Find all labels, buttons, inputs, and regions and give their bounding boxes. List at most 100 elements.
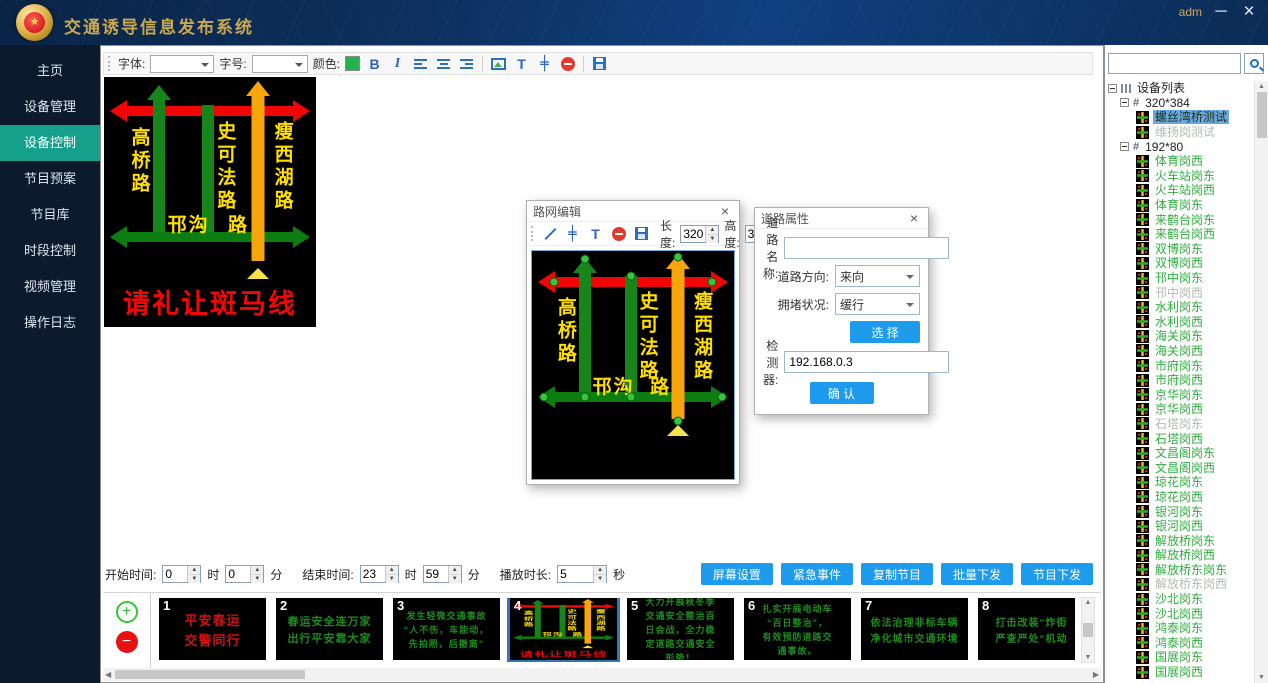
spin-up-icon[interactable]: ▲ — [386, 566, 398, 575]
search-button[interactable] — [1244, 53, 1264, 74]
tree-item[interactable]: 邗中岗西 — [1107, 285, 1253, 300]
tree-item[interactable]: 来鹤台岗西 — [1107, 227, 1253, 242]
delete-button[interactable] — [558, 54, 577, 73]
end-minute-field[interactable]: ▲▼ — [423, 565, 462, 583]
spin-up-icon[interactable]: ▲ — [706, 226, 718, 235]
tree-item[interactable]: 双博岗东 — [1107, 242, 1253, 257]
send-program-button[interactable]: 节目下发 — [1021, 563, 1093, 585]
congestion-select[interactable]: 缓行 — [835, 293, 920, 315]
color-swatch[interactable] — [345, 56, 360, 71]
size-select[interactable] — [252, 55, 308, 73]
align-center-button[interactable] — [434, 54, 453, 73]
spin-up-icon[interactable]: ▲ — [251, 566, 263, 575]
tree-item[interactable]: 鸿泰岗西 — [1107, 636, 1253, 651]
scroll-thumb[interactable] — [1257, 92, 1267, 138]
spin-down-icon[interactable]: ▼ — [251, 575, 263, 583]
tree-item[interactable]: 维扬岗测试 — [1107, 125, 1253, 140]
text-button[interactable]: T — [586, 224, 605, 243]
tree-item[interactable]: 国展岗东 — [1107, 650, 1253, 665]
italic-button[interactable]: I — [388, 54, 407, 73]
tree-item[interactable]: 解放桥岗东 — [1107, 533, 1253, 548]
tree-item[interactable]: 火车站岗东 — [1107, 169, 1253, 184]
spin-up-icon[interactable]: ▲ — [449, 566, 461, 575]
spin-down-icon[interactable]: ▼ — [594, 575, 606, 583]
playlist-item[interactable]: 7依法治理非标车辆净化城市交通环境 — [861, 598, 968, 660]
tree-item[interactable]: 文昌阁岗东 — [1107, 446, 1253, 461]
scroll-thumb[interactable] — [115, 670, 305, 679]
length-field[interactable]: ▲▼ — [680, 225, 719, 243]
tree-item[interactable]: 银河岗西 — [1107, 519, 1253, 534]
scroll-right-icon[interactable]: ▶ — [1093, 670, 1099, 679]
tree-group[interactable]: #320*384 — [1107, 96, 1253, 111]
sidebar-item-device-mgmt[interactable]: 设备管理 — [0, 89, 100, 125]
tree-item[interactable]: 鸿泰岗东 — [1107, 621, 1253, 636]
save-button[interactable] — [590, 54, 609, 73]
collapse-icon[interactable] — [1120, 98, 1129, 107]
font-select[interactable] — [150, 55, 214, 73]
road-button[interactable]: ╪ — [535, 54, 554, 73]
playlist-item[interactable]: 6扎实开展电动车“百日整治”，有效预防道路交通事故。 — [744, 598, 851, 660]
spin-up-icon[interactable]: ▲ — [594, 566, 606, 575]
control-point[interactable] — [674, 416, 683, 425]
collapse-icon[interactable] — [1108, 84, 1117, 93]
control-point[interactable] — [707, 277, 716, 286]
road-direction-select[interactable]: 来向 — [835, 265, 920, 287]
tree-scrollbar[interactable]: ▲ ▼ — [1254, 81, 1268, 683]
scroll-left-icon[interactable]: ◀ — [105, 670, 111, 679]
control-point[interactable] — [626, 272, 635, 281]
close-button[interactable]: × — [1238, 1, 1260, 23]
tree-item[interactable]: 市府岗西 — [1107, 373, 1253, 388]
line-button[interactable] — [540, 224, 559, 243]
tree-item[interactable]: 解放桥东岗西 — [1107, 577, 1253, 592]
remove-frame-button[interactable]: − — [116, 631, 138, 653]
road-name-field[interactable] — [784, 237, 949, 259]
tree-item[interactable]: 沙北岗东 — [1107, 592, 1253, 607]
tree-item[interactable]: 石塔岗西 — [1107, 431, 1253, 446]
tree-item[interactable]: 双博岗西 — [1107, 256, 1253, 271]
scroll-down-icon[interactable]: ▼ — [1258, 674, 1265, 681]
control-point[interactable] — [717, 392, 726, 401]
scroll-thumb[interactable] — [1083, 623, 1093, 637]
tree-item[interactable]: 解放桥东岗东 — [1107, 563, 1253, 578]
tree-item[interactable]: 螺丝湾桥测试 — [1107, 110, 1253, 125]
h-scrollbar[interactable]: ◀ ▶ — [103, 668, 1101, 681]
tree-item[interactable]: 琼花岗东 — [1107, 475, 1253, 490]
tree-item[interactable]: 体育岗西 — [1107, 154, 1253, 169]
scroll-up-icon[interactable]: ▲ — [1085, 599, 1092, 606]
copy-program-button[interactable]: 复制节目 — [861, 563, 933, 585]
tree-item[interactable]: 京华岗东 — [1107, 387, 1253, 402]
control-point[interactable] — [626, 392, 635, 401]
roadnet-edit-canvas[interactable]: 高桥路史可法路瘦西湖路邗沟路 — [531, 250, 735, 480]
sidebar-item-device-control[interactable]: 设备控制 — [0, 125, 100, 161]
tree-item[interactable]: 海关岗东 — [1107, 329, 1253, 344]
playlist-item[interactable]: 3发生轻微交通事故“人不伤，车能动，先拍照，后撤离” — [393, 598, 500, 660]
v-scrollbar[interactable]: ▲▼ — [1081, 597, 1095, 663]
tree-item[interactable]: 邗中岗东 — [1107, 271, 1253, 286]
start-hour-field[interactable]: ▲▼ — [162, 565, 201, 583]
spin-down-icon[interactable]: ▼ — [449, 575, 461, 583]
device-search-input[interactable] — [1108, 53, 1241, 74]
playlist-item[interactable]: 8打击改装“炸街严查严处“机动 — [978, 598, 1075, 660]
tree-item[interactable]: 国展岗西 — [1107, 665, 1253, 680]
detector-field[interactable] — [784, 351, 949, 373]
end-hour-field[interactable]: ▲▼ — [360, 565, 399, 583]
control-point[interactable] — [550, 277, 559, 286]
control-point[interactable] — [674, 252, 683, 261]
playlist-item[interactable]: 4高桥路史可法路瘦西湖路邗沟路请礼让斑马线 — [510, 598, 617, 660]
tree-item[interactable]: 沙北岗西 — [1107, 606, 1253, 621]
tree-item[interactable]: 文昌阁岗西 — [1107, 460, 1253, 475]
control-point[interactable] — [580, 392, 589, 401]
playlist-item[interactable]: 5大力开展秋冬季交通安全整治百日会战，全力稳定道路交通安全形势！ — [627, 598, 734, 660]
playlist-item[interactable]: 2春运安全连万家出行平安靠大家 — [276, 598, 383, 660]
start-minute-field[interactable]: ▲▼ — [225, 565, 264, 583]
sidebar-item-program-plan[interactable]: 节目预案 — [0, 161, 100, 197]
sidebar-item-time-control[interactable]: 时段控制 — [0, 233, 100, 269]
image-button[interactable] — [489, 54, 508, 73]
add-frame-button[interactable]: + — [116, 601, 138, 623]
spin-up-icon[interactable]: ▲ — [188, 566, 200, 575]
align-right-button[interactable] — [457, 54, 476, 73]
road-button[interactable]: ╪ — [563, 224, 582, 243]
close-icon[interactable]: × — [906, 210, 922, 226]
tree-item[interactable]: 海关岗西 — [1107, 344, 1253, 359]
save-button[interactable] — [632, 224, 651, 243]
